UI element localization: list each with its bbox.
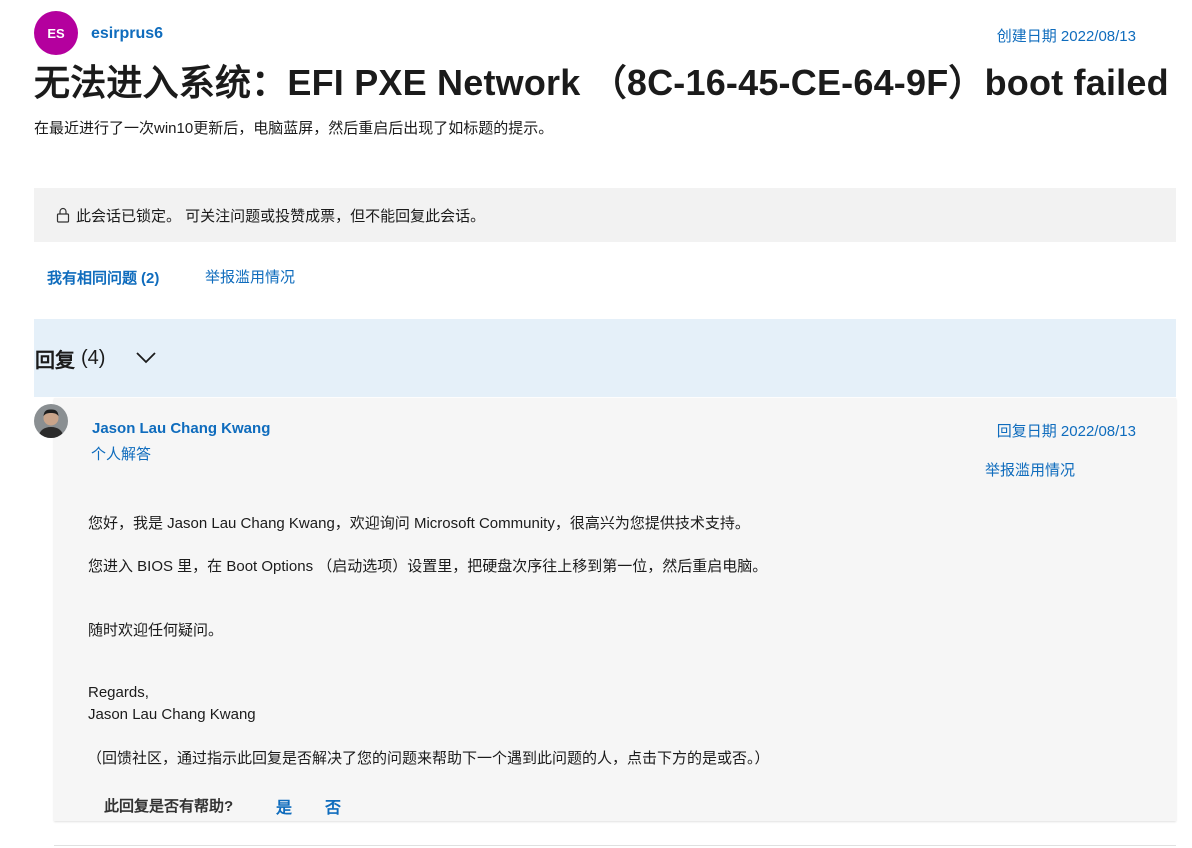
reply-report-abuse-link[interactable]: 举报滥用情况 — [985, 459, 1075, 480]
reply-feedback-note: （回馈社区，通过指示此回复是否解决了您的问题来帮助下一个遇到此问题的人，点击下方… — [87, 750, 770, 767]
reply-author-name[interactable]: Jason Lau Chang Kwang — [92, 420, 270, 437]
reply-author-role: 个人解答 — [91, 446, 152, 463]
page-title: 无法进入系统：EFI PXE Network （8C-16-45-CE-64-9… — [34, 62, 1169, 103]
helpful-yes-button[interactable]: 是 — [276, 794, 292, 818]
reply-date: 回复日期 2022/08/13 — [996, 423, 1136, 440]
replies-count: (4) — [81, 346, 106, 369]
reply-signature: Jason Lau Chang Kwang — [88, 706, 256, 723]
helpful-question: 此回复是否有帮助? — [104, 798, 234, 815]
author-initials: ES — [47, 25, 65, 41]
author-name-link[interactable]: esirprus6 — [91, 25, 163, 43]
author-avatar[interactable]: ES — [34, 11, 78, 55]
replies-title: 回复 — [35, 349, 75, 372]
report-abuse-link[interactable]: 举报滥用情况 — [205, 266, 295, 287]
locked-banner: 此会话已锁定。 可关注问题或投赞成票，但不能回复此会话。 — [34, 188, 1176, 242]
created-date: 创建日期 2022/08/13 — [996, 28, 1136, 45]
chevron-down-icon[interactable] — [135, 351, 157, 365]
divider — [54, 845, 1176, 846]
profile-photo-icon — [34, 404, 68, 438]
reply-paragraph: 您进入 BIOS 里，在 Boot Options （启动选项）设置里，把硬盘次… — [88, 558, 768, 575]
question-description: 在最近进行了一次win10更新后，电脑蓝屏，然后重启后出现了如标题的提示。 — [34, 120, 554, 137]
locked-banner-text: 此会话已锁定。 可关注问题或投赞成票，但不能回复此会话。 — [76, 207, 486, 225]
replies-header[interactable]: 回复 (4) — [34, 319, 1176, 397]
same-question-label: 我有相同问题 — [47, 270, 138, 287]
lock-icon — [56, 207, 70, 223]
helpful-no-button[interactable]: 否 — [325, 794, 341, 818]
reply-author-avatar[interactable] — [34, 404, 68, 438]
same-question-button[interactable]: 我有相同问题 (2) — [47, 267, 159, 288]
reply-paragraph: 随时欢迎任何疑问。 — [88, 622, 224, 639]
same-question-count: (2) — [141, 270, 160, 287]
reply-paragraph: 您好，我是 Jason Lau Chang Kwang，欢迎询问 Microso… — [88, 515, 750, 532]
reply-signoff: Regards, — [88, 684, 149, 701]
